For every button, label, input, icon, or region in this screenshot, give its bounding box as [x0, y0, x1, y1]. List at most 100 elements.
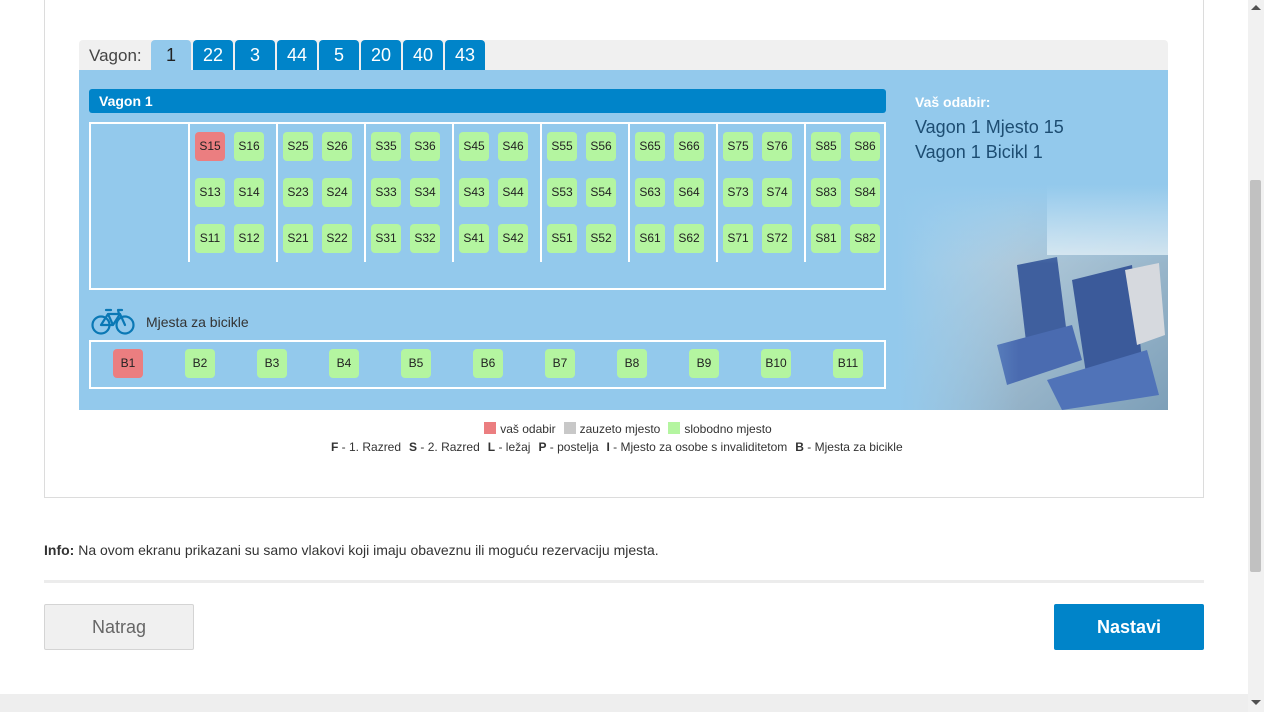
seat[interactable]: S84: [850, 178, 880, 207]
seat[interactable]: S75: [723, 132, 753, 161]
wagon-panel: Vagon 1 S15 S16 S25 S26 S35 S36 S45 S46 S55 S56 S6…: [79, 70, 1168, 410]
tab-wagon[interactable]: 1: [151, 40, 191, 70]
seat[interactable]: S55: [547, 132, 577, 161]
seat[interactable]: S42: [498, 224, 528, 253]
legend-code-text: - postelja: [546, 440, 599, 454]
bike-slot[interactable]: B6: [473, 349, 503, 378]
seat[interactable]: S46: [498, 132, 528, 161]
bike-slot[interactable]: B10: [761, 349, 791, 378]
tab-wagon[interactable]: 22: [193, 40, 233, 70]
legend-code: I - Mjesto za osobe s invaliditetom: [607, 440, 788, 454]
seat[interactable]: S71: [723, 224, 753, 253]
compartment-divider: [188, 124, 190, 262]
seat[interactable]: S51: [547, 224, 577, 253]
tab-wagon[interactable]: 40: [403, 40, 443, 70]
bike-slot[interactable]: B4: [329, 349, 359, 378]
legend-code-letter: B: [795, 440, 804, 454]
choice-title: Vaš odabir:: [915, 94, 991, 110]
seat[interactable]: S65: [635, 132, 665, 161]
seat[interactable]: S22: [322, 224, 352, 253]
tab-wagon[interactable]: 20: [361, 40, 401, 70]
tab-wagon[interactable]: 3: [235, 40, 275, 70]
seat[interactable]: S73: [723, 178, 753, 207]
seat[interactable]: S36: [410, 132, 440, 161]
bike-slot[interactable]: B5: [401, 349, 431, 378]
seat[interactable]: S53: [547, 178, 577, 207]
wagon-tabs-label: Vagon:: [89, 46, 142, 65]
legend-label: vaš odabir: [500, 422, 556, 436]
tab-wagon[interactable]: 44: [277, 40, 317, 70]
legend-code: S - 2. Razred: [409, 440, 480, 454]
seat[interactable]: S74: [762, 178, 792, 207]
back-button[interactable]: Natrag: [44, 604, 194, 650]
bike-slot[interactable]: B7: [545, 349, 575, 378]
bike-slot[interactable]: B1: [113, 349, 143, 378]
scroll-down-icon[interactable]: [1251, 700, 1261, 705]
next-button[interactable]: Nastavi: [1054, 604, 1204, 650]
bike-slot[interactable]: B8: [617, 349, 647, 378]
seat[interactable]: S33: [371, 178, 401, 207]
tab-wagon[interactable]: 5: [319, 40, 359, 70]
seat[interactable]: S24: [322, 178, 352, 207]
seat[interactable]: S54: [586, 178, 616, 207]
seat[interactable]: S32: [410, 224, 440, 253]
seat[interactable]: S44: [498, 178, 528, 207]
seat[interactable]: S26: [322, 132, 352, 161]
wagon-tabs: Vagon: 1 22 3 44 5 20 40 43: [79, 40, 1168, 70]
seat[interactable]: S13: [195, 178, 225, 207]
seat[interactable]: S12: [234, 224, 264, 253]
seat[interactable]: S61: [635, 224, 665, 253]
seat[interactable]: S31: [371, 224, 401, 253]
legend-code: P - postelja: [538, 440, 598, 454]
legend-code-text: - 2. Razred: [417, 440, 480, 454]
seat-map: S15 S16 S25 S26 S35 S36 S45 S46 S55 S56 S65 S66 S75 S…: [89, 122, 886, 290]
info-label: Info:: [44, 542, 75, 558]
compartment-divider: [628, 124, 630, 262]
seat[interactable]: S16: [234, 132, 264, 161]
legend-code-text: - 1. Razred: [338, 440, 402, 454]
seat[interactable]: S21: [283, 224, 313, 253]
seat[interactable]: S11: [195, 224, 225, 253]
seat[interactable]: S15: [195, 132, 225, 161]
seat[interactable]: S63: [635, 178, 665, 207]
scrollbar-thumb[interactable]: [1250, 180, 1261, 572]
seat[interactable]: S41: [459, 224, 489, 253]
compartment-divider: [276, 124, 278, 262]
seat[interactable]: S35: [371, 132, 401, 161]
seat[interactable]: S86: [850, 132, 880, 161]
seat[interactable]: S76: [762, 132, 792, 161]
seat[interactable]: S85: [811, 132, 841, 161]
seat[interactable]: S72: [762, 224, 792, 253]
compartment-divider: [452, 124, 454, 262]
bike-map: B1 B2 B3 B4 B5 B6 B7 B8 B9 B10 B11: [89, 340, 886, 389]
seat[interactable]: S56: [586, 132, 616, 161]
legend-code-letter: L: [487, 440, 496, 454]
bicycle-icon: [91, 308, 135, 335]
seat[interactable]: S66: [674, 132, 704, 161]
bike-slot[interactable]: B3: [257, 349, 287, 378]
seat[interactable]: S64: [674, 178, 704, 207]
legend-code-text: - ležaj: [495, 440, 531, 454]
scroll-up-icon[interactable]: [1251, 5, 1261, 10]
seat[interactable]: S34: [410, 178, 440, 207]
train-seat-photo: [897, 185, 1168, 410]
legend-swatch: [668, 422, 681, 434]
bike-slot[interactable]: B2: [185, 349, 215, 378]
bike-section-label: Mjesta za bicikle: [146, 314, 249, 330]
bike-slot[interactable]: B11: [833, 349, 863, 378]
choice-line: Vagon 1 Bicikl 1: [915, 142, 1043, 162]
tab-wagon[interactable]: 43: [445, 40, 485, 70]
seat[interactable]: S23: [283, 178, 313, 207]
seat[interactable]: S82: [850, 224, 880, 253]
seat[interactable]: S25: [283, 132, 313, 161]
seat[interactable]: S43: [459, 178, 489, 207]
divider: [44, 580, 1204, 583]
seat[interactable]: S52: [586, 224, 616, 253]
seat[interactable]: S14: [234, 178, 264, 207]
bike-slot[interactable]: B9: [689, 349, 719, 378]
seat[interactable]: S83: [811, 178, 841, 207]
legend-codes: F - 1. Razred S - 2. Razred L - ležaj P - p…: [331, 440, 911, 454]
seat[interactable]: S81: [811, 224, 841, 253]
seat[interactable]: S45: [459, 132, 489, 161]
seat[interactable]: S62: [674, 224, 704, 253]
